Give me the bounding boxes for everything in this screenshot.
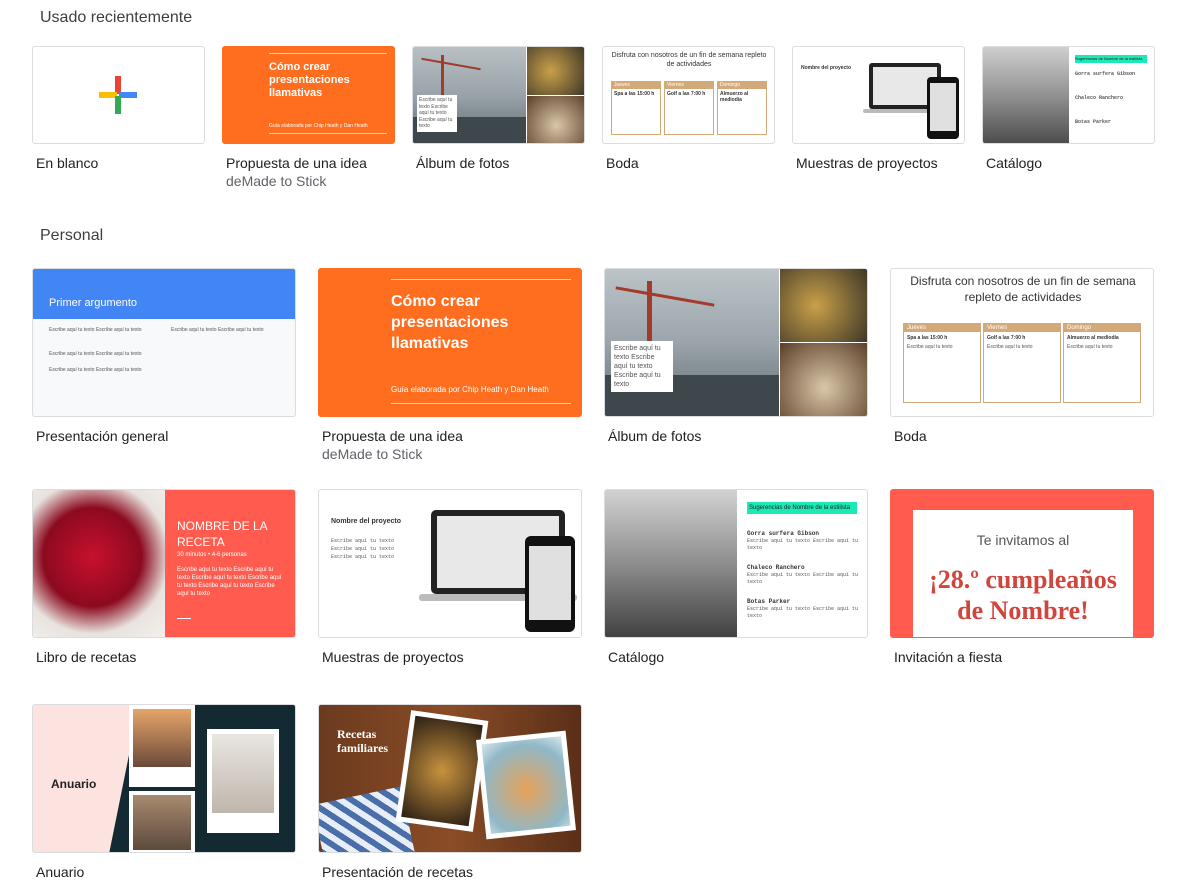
- thumb-text: Cómo crear presentaciones llamativas: [391, 293, 509, 352]
- raspberry-photo: [33, 490, 165, 637]
- jump-photo: [212, 734, 274, 813]
- label: Presentación de recetas: [322, 864, 473, 880]
- day-title: Golf a las 7:00 h: [987, 335, 1026, 341]
- thumb-text: Guía elaborada por Chip Heath y Dan Heat…: [391, 385, 549, 394]
- label: Propuesta de una idea: [322, 428, 463, 444]
- thumb-text: Botas Parker: [747, 598, 791, 605]
- thumb-text: Te invitamos al: [976, 532, 1070, 548]
- thumb-text: Guía elaborada por Chip Heath y Dan Heat…: [269, 123, 368, 129]
- day-header: Viernes: [984, 324, 1060, 332]
- thumb-text: Gorra surfera Gibson: [1075, 71, 1136, 77]
- phone-icon: [525, 536, 575, 632]
- thumb-blank[interactable]: [32, 46, 205, 144]
- thumb-text: NOMBRE DE LA RECETA: [177, 519, 268, 549]
- thumb-text: Escribe aquí tu texto Escribe aquí tu te…: [177, 567, 282, 597]
- label: Boda: [894, 428, 927, 444]
- day-title: Golf a las 7:00 h: [667, 90, 706, 97]
- phone-icon: [927, 77, 959, 139]
- sublabel: deMade to Stick: [322, 446, 423, 462]
- label: Muestras de proyectos: [796, 155, 938, 171]
- table-photo: [527, 96, 584, 143]
- label: Álbum de fotos: [608, 428, 702, 444]
- thumb-text: Chaleco Ranchero: [1075, 95, 1124, 101]
- thumb-presentacion-recetas[interactable]: Recetas familiares: [318, 704, 582, 853]
- thumb-text: Chaleco Ranchero: [747, 564, 805, 571]
- thumb-text: Escribe aquí tu texto: [987, 344, 1033, 350]
- thumb-muestras[interactable]: Nombre del proyecto: [792, 46, 965, 144]
- pie-photo: [481, 736, 571, 834]
- label: Presentación general: [36, 428, 169, 444]
- thumb-text: Gorra surfera Gibson: [747, 530, 820, 537]
- thumb-idea[interactable]: Cómo crear presentaciones llamativas Guí…: [222, 46, 395, 144]
- skater-photo: [605, 490, 737, 637]
- table-photo: [780, 343, 867, 416]
- thumb-text: Nombre del proyecto: [331, 518, 402, 525]
- thumb-text: Escribe aquí tu texto Escribe aquí tu te…: [49, 327, 142, 333]
- thumb-libro-recetas[interactable]: NOMBRE DE LA RECETA 30 minutos • 4-6 per…: [32, 489, 296, 638]
- thumb-text: Anuario: [51, 777, 97, 791]
- day-title: Spa a las 15:00 h: [907, 335, 948, 341]
- thumb-text: Escribe aquí tu texto Escribe aquí tu te…: [49, 367, 142, 373]
- thumb-text: Sugerencias de Nombre de la estilista: [1075, 55, 1147, 63]
- day-title: Almuerzo al mediodía: [720, 90, 749, 104]
- plus-icon: [99, 76, 137, 114]
- label: Álbum de fotos: [416, 155, 510, 171]
- label: Propuesta de una idea: [226, 155, 367, 171]
- thumb-text: Primer argumento: [49, 297, 138, 309]
- day-title: Almuerzo al mediodía: [1067, 335, 1119, 341]
- thumb-general[interactable]: Primer argumento Escribe aquí tu texto E…: [32, 268, 296, 417]
- pasta-photo: [401, 715, 483, 827]
- leaves-photo: [780, 269, 867, 342]
- thumb-text: Escribe aquí tu texto: [331, 546, 395, 552]
- day-header: Domingo: [1064, 324, 1140, 332]
- thumb-text: Escribe aquí tu texto Escribe aquí tu te…: [171, 327, 264, 333]
- thumb-text: 30 minutos • 4-6 personas: [177, 552, 247, 558]
- thumb-text: Escribe aquí tu texto: [331, 554, 395, 560]
- thumb-catalogo[interactable]: Sugerencias de Nombre de la estilista Go…: [604, 489, 868, 638]
- label: Catálogo: [608, 649, 665, 665]
- thumb-text: ¡28.º cumpleaños de Nombre!: [929, 565, 1117, 625]
- thumb-text: Escribe aquí tu texto: [1067, 344, 1113, 350]
- label: Catálogo: [986, 155, 1043, 171]
- portrait-photo: [133, 709, 191, 767]
- thumb-catalogo[interactable]: Sugerencias de Nombre de la estilista Go…: [982, 46, 1155, 144]
- crowd-photo: [133, 795, 191, 850]
- section-title-recent: Usado recientemente: [40, 9, 193, 26]
- leaves-photo: [527, 47, 584, 95]
- thumb-text: Escribe aquí tu texto: [907, 344, 953, 350]
- label: En blanco: [36, 155, 99, 171]
- thumb-album[interactable]: Escribe aquí tu texto Escribe aquí tu te…: [412, 46, 585, 144]
- thumb-boda[interactable]: Disfruta con nosotros de un fin de seman…: [602, 46, 775, 144]
- day-header: Jueves: [904, 324, 980, 332]
- thumb-text: Escribe aquí tu texto Escribe aquí tu te…: [49, 351, 142, 357]
- thumb-text: Botas Parker: [1075, 119, 1112, 125]
- thumb-muestras[interactable]: Nombre del proyecto Escribe aquí tu text…: [318, 489, 582, 638]
- thumb-text: Escribe aquí tu texto Escribe aquí tu te…: [747, 572, 859, 585]
- label: Libro de recetas: [36, 649, 137, 665]
- thumb-anuario[interactable]: Anuario: [32, 704, 296, 853]
- skater-photo: [983, 47, 1069, 143]
- label: Anuario: [36, 864, 85, 880]
- day-title: Spa a las 15:00 h: [614, 90, 655, 97]
- thumb-text: Recetas familiares: [337, 727, 389, 755]
- thumb-text: Disfruta con nosotros de un fin de seman…: [611, 52, 767, 68]
- thumb-text: Escribe aquí tu texto Escribe aquí tu te…: [747, 538, 859, 551]
- thumb-text: Escribe aquí tu texto Escribe aquí tu te…: [417, 95, 457, 132]
- thumb-boda[interactable]: Disfruta con nosotros de un fin de seman…: [890, 268, 1154, 417]
- label: Invitación a fiesta: [894, 649, 1003, 665]
- thumb-text: Escribe aquí tu texto Escribe aquí tu te…: [611, 341, 673, 392]
- thumb-text: Escribe aquí tu texto Escribe aquí tu te…: [747, 606, 859, 619]
- thumb-album[interactable]: Escribe aquí tu texto Escribe aquí tu te…: [604, 268, 868, 417]
- thumb-text: Nombre del proyecto: [801, 65, 852, 71]
- label: Boda: [606, 155, 639, 171]
- thumb-text: Sugerencias de Nombre de la estilista: [747, 502, 857, 514]
- section-title-personal: Personal: [40, 227, 104, 244]
- thumb-text: Cómo crear presentaciones llamativas: [269, 61, 350, 99]
- thumb-text: Disfruta con nosotros de un fin de seman…: [910, 274, 1136, 304]
- sublabel: deMade to Stick: [226, 173, 327, 189]
- thumb-idea[interactable]: Cómo crear presentaciones llamativas Guí…: [318, 268, 582, 417]
- thumb-fiesta[interactable]: Te invitamos al ¡28.º cumpleaños de Nomb…: [890, 489, 1154, 638]
- label: Muestras de proyectos: [322, 649, 464, 665]
- thumb-text: Escribe aquí tu texto: [331, 538, 395, 544]
